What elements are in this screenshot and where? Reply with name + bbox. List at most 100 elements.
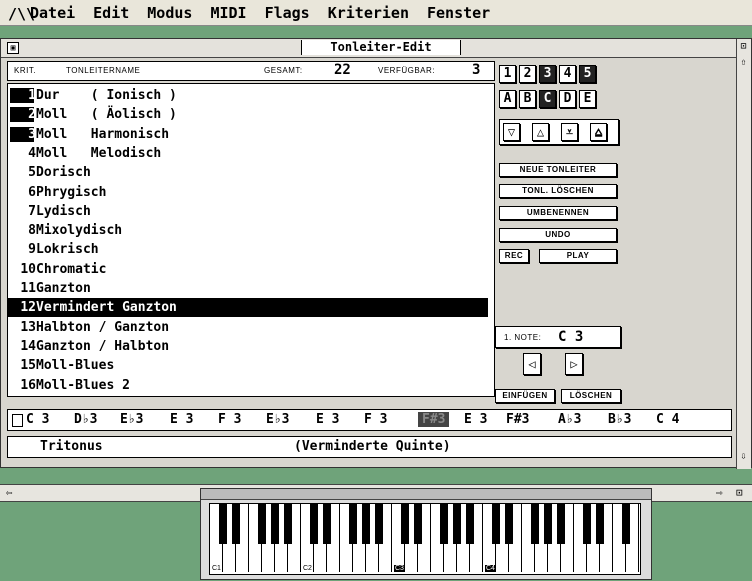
krit-1-button[interactable]: 1: [499, 65, 516, 83]
black-key[interactable]: [271, 504, 279, 544]
scale-row[interactable]: 10Chromatic: [8, 260, 488, 279]
scale-row[interactable]: 13Halbton / Ganzton: [8, 318, 488, 337]
krit-b-button[interactable]: B: [519, 90, 536, 108]
krit-e-button[interactable]: E: [579, 90, 596, 108]
scale-row[interactable]: 8Mixolydisch: [8, 221, 488, 240]
krit-5-button[interactable]: 5: [579, 65, 596, 83]
rec-button[interactable]: REC: [499, 249, 529, 263]
scroll-right-icon[interactable]: ⇨: [716, 486, 723, 499]
black-key[interactable]: [583, 504, 591, 544]
neue-tonleiter-button[interactable]: NEUE TONLEITER: [499, 163, 617, 177]
black-key[interactable]: [375, 504, 383, 544]
note-item[interactable]: A♭3: [558, 412, 581, 427]
note-item[interactable]: D♭3: [74, 412, 97, 427]
menu-midi[interactable]: MIDI: [210, 4, 246, 22]
black-key[interactable]: [505, 504, 513, 544]
tonl-loeschen-button[interactable]: TONL. LÖSCHEN: [499, 184, 617, 198]
einfuegen-button[interactable]: EINFÜGEN: [495, 389, 555, 403]
move-top-icon[interactable]: ⩠: [590, 123, 607, 141]
scale-row[interactable]: 5Dorisch: [8, 163, 488, 182]
scale-list[interactable]: 1Dur ( Ionisch ) 2Moll ( Äolisch ) 3Moll H…: [7, 83, 495, 397]
black-key[interactable]: [414, 504, 422, 544]
scale-row[interactable]: 4Moll Melodisch: [8, 144, 488, 163]
play-button[interactable]: PLAY: [539, 249, 617, 263]
scale-row[interactable]: 9Lokrisch: [8, 240, 488, 259]
menu-kriterien[interactable]: Kriterien: [328, 4, 409, 22]
note-item[interactable]: F 3: [218, 412, 241, 427]
keyboard-title-bar[interactable]: [201, 489, 651, 500]
scale-row[interactable]: 6Phrygisch: [8, 183, 488, 202]
note-item[interactable]: E 3: [316, 412, 339, 427]
move-down-icon[interactable]: ▽: [503, 123, 520, 141]
first-note-field[interactable]: 1. NOTE: C 3: [495, 326, 621, 348]
title-bar[interactable]: ▣ Tonleiter-Edit: [1, 39, 739, 58]
note-item[interactable]: E♭3: [266, 412, 289, 427]
menu-edit[interactable]: Edit: [93, 4, 129, 22]
loeschen-button[interactable]: LÖSCHEN: [561, 389, 621, 403]
scroll-down-icon[interactable]: ⇩: [738, 451, 749, 463]
krit-3-button[interactable]: 3: [539, 65, 556, 83]
piano-keyboard[interactable]: C1 C2 C3 C4: [209, 503, 641, 575]
black-key[interactable]: [258, 504, 266, 544]
close-box-icon[interactable]: ▣: [7, 42, 19, 54]
black-key[interactable]: [232, 504, 240, 544]
black-key[interactable]: [310, 504, 318, 544]
sizer-icon[interactable]: ⊡: [736, 486, 743, 499]
fuller-icon[interactable]: ⊡: [738, 41, 749, 53]
scale-row[interactable]: 1Dur ( Ionisch ): [8, 86, 488, 105]
note-sequence[interactable]: C 3 D♭3 E♭3 E 3 F 3 E♭3 E 3 F 3 F#3 E 3 F#3 A♭3 B♭3 C…: [7, 409, 732, 431]
note-item[interactable]: F#3: [418, 412, 450, 427]
note-item[interactable]: F#3: [506, 412, 529, 427]
menu-fenster[interactable]: Fenster: [427, 4, 490, 22]
note-left-icon[interactable]: ◁: [523, 353, 541, 375]
black-key[interactable]: [596, 504, 604, 544]
note-item[interactable]: C 4: [656, 412, 679, 427]
krit-2-button[interactable]: 2: [519, 65, 536, 83]
black-key[interactable]: [453, 504, 461, 544]
scale-row[interactable]: 15Moll-Blues: [8, 356, 488, 375]
scale-row[interactable]: 11Ganzton: [8, 279, 488, 298]
black-key[interactable]: [544, 504, 552, 544]
krit-4-button[interactable]: 4: [559, 65, 576, 83]
krit-c-button[interactable]: C: [539, 90, 556, 108]
note-item[interactable]: E 3: [464, 412, 487, 427]
note-right-icon[interactable]: ▷: [565, 353, 583, 375]
note-item[interactable]: E♭3: [120, 412, 143, 427]
menu-datei[interactable]: Datei: [30, 4, 75, 22]
note-item[interactable]: F 3: [364, 412, 387, 427]
scale-row[interactable]: 16Moll-Blues 2: [8, 376, 488, 395]
black-key[interactable]: [531, 504, 539, 544]
move-bottom-icon[interactable]: ⩡: [561, 123, 578, 141]
krit-d-button[interactable]: D: [559, 90, 576, 108]
black-key[interactable]: [219, 504, 227, 544]
black-key[interactable]: [440, 504, 448, 544]
black-key[interactable]: [349, 504, 357, 544]
menu-modus[interactable]: Modus: [147, 4, 192, 22]
note-item[interactable]: C 3: [26, 412, 49, 427]
note-item[interactable]: E 3: [170, 412, 193, 427]
black-key[interactable]: [557, 504, 565, 544]
undo-button[interactable]: UNDO: [499, 228, 617, 242]
black-key[interactable]: [323, 504, 331, 544]
black-key[interactable]: [401, 504, 409, 544]
scale-row[interactable]: 7Lydisch: [8, 202, 488, 221]
black-key[interactable]: [284, 504, 292, 544]
black-key[interactable]: [622, 504, 630, 544]
scale-row[interactable]: 14Ganzton / Halbton: [8, 337, 488, 356]
black-key[interactable]: [466, 504, 474, 544]
move-up-icon[interactable]: △: [532, 123, 549, 141]
atari-logo-icon[interactable]: /\\: [8, 5, 35, 23]
scroll-left-icon[interactable]: ⇦: [6, 486, 13, 499]
menu-flags[interactable]: Flags: [265, 4, 310, 22]
black-key[interactable]: [362, 504, 370, 544]
black-key[interactable]: [492, 504, 500, 544]
umbenennen-button[interactable]: UMBENENNEN: [499, 206, 617, 220]
note-cursor-icon[interactable]: [12, 414, 23, 427]
scale-row[interactable]: 12Vermindert Ganzton: [8, 298, 488, 318]
scale-row[interactable]: 2Moll ( Äolisch ): [8, 105, 488, 124]
krit-a-button[interactable]: A: [499, 90, 516, 108]
scale-row[interactable]: 3Moll Harmonisch: [8, 125, 488, 144]
vertical-scrollbar[interactable]: ⊡ ⇧ ⇩: [736, 39, 751, 469]
scroll-up-icon[interactable]: ⇧: [738, 57, 749, 69]
note-item[interactable]: B♭3: [608, 412, 631, 427]
